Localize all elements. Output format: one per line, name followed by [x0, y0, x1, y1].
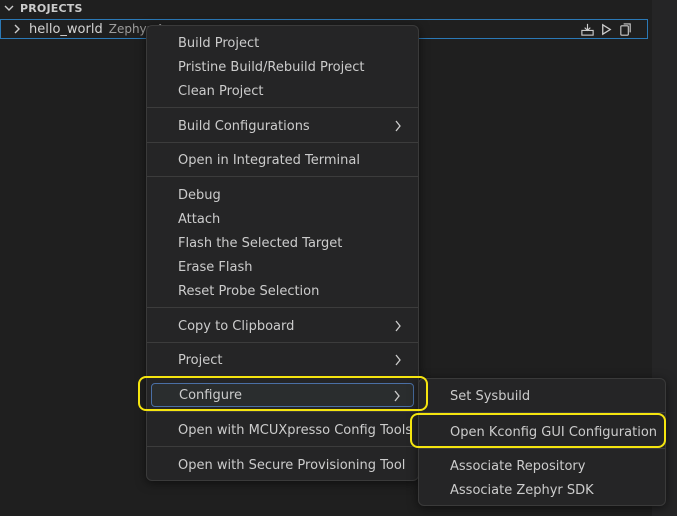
menu-item-label: Copy to Clipboard: [178, 318, 295, 334]
panel-title: PROJECTS: [20, 1, 83, 15]
menu-separator: [147, 446, 418, 447]
menu-separator: [147, 307, 418, 308]
chevron-right-icon[interactable]: [11, 23, 23, 35]
menu-separator: [147, 376, 418, 377]
menu-item-label: Build Configurations: [178, 118, 310, 134]
menu-separator: [147, 107, 418, 108]
menu-item-label: Open in Integrated Terminal: [178, 152, 360, 168]
menu-separator: [419, 412, 665, 413]
menu-item-flash-target[interactable]: Flash the Selected Target: [151, 231, 414, 255]
menu-item-set-sysbuild[interactable]: Set Sysbuild: [423, 384, 661, 408]
menu-separator: [147, 411, 418, 412]
menu-item-label: Open with MCUXpresso Config Tools: [178, 422, 413, 438]
menu-item-associate-repository[interactable]: Associate Repository: [423, 454, 661, 478]
configure-submenu: Set Sysbuild Open Kconfig GUI Configurat…: [418, 378, 666, 506]
menu-item-open-integrated-terminal[interactable]: Open in Integrated Terminal: [151, 148, 414, 172]
menu-item-erase-flash[interactable]: Erase Flash: [151, 255, 414, 279]
menu-item-associate-sdk[interactable]: Associate Zephyr SDK: [423, 478, 661, 502]
context-menu: Build Project Pristine Build/Rebuild Pro…: [146, 25, 419, 481]
menu-item-label: Configure: [179, 387, 243, 403]
projects-panel-header[interactable]: PROJECTS: [0, 0, 656, 16]
menu-separator: [419, 448, 665, 449]
menu-item-debug[interactable]: Debug: [151, 183, 414, 207]
menu-item-label: Associate Repository: [450, 458, 586, 474]
copy-icon[interactable]: [618, 22, 633, 37]
menu-item-label: Associate Zephyr SDK: [450, 482, 594, 498]
menu-item-open-secure-provisioning[interactable]: Open with Secure Provisioning Tool: [151, 453, 414, 477]
menu-item-label: Attach: [178, 211, 221, 227]
menu-item-configure[interactable]: Configure: [151, 383, 414, 407]
chevron-right-icon: [395, 120, 401, 132]
chevron-right-icon: [394, 390, 400, 402]
menu-item-build-project[interactable]: Build Project: [151, 31, 414, 55]
project-name: hello_world: [29, 21, 103, 37]
menu-separator: [147, 342, 418, 343]
menu-item-label: Flash the Selected Target: [178, 235, 343, 251]
menu-item-pristine-build[interactable]: Pristine Build/Rebuild Project: [151, 55, 414, 79]
project-row-actions: [580, 20, 633, 38]
menu-item-open-kconfig-gui[interactable]: Open Kconfig GUI Configuration: [423, 420, 661, 444]
menu-separator: [147, 142, 418, 143]
menu-item-open-mcuxpresso[interactable]: Open with MCUXpresso Config Tools: [151, 418, 414, 442]
chevron-right-icon: [395, 354, 401, 366]
chevron-right-icon: [395, 320, 401, 332]
menu-item-label: Set Sysbuild: [450, 388, 531, 404]
menu-item-clean-project[interactable]: Clean Project: [151, 79, 414, 103]
menu-item-build-configurations[interactable]: Build Configurations: [151, 114, 414, 138]
menu-item-project[interactable]: Project: [151, 348, 414, 372]
menu-item-label: Debug: [178, 187, 221, 203]
build-icon[interactable]: [580, 22, 595, 37]
run-icon[interactable]: [599, 22, 614, 37]
menu-item-reset-probe[interactable]: Reset Probe Selection: [151, 279, 414, 303]
menu-item-label: Project: [178, 352, 223, 368]
menu-item-copy-clipboard[interactable]: Copy to Clipboard: [151, 314, 414, 338]
menu-separator: [147, 176, 418, 177]
menu-item-attach[interactable]: Attach: [151, 207, 414, 231]
menu-item-label: Erase Flash: [178, 259, 253, 275]
menu-item-label: Build Project: [178, 35, 260, 51]
menu-item-label: Pristine Build/Rebuild Project: [178, 59, 365, 75]
menu-item-label: Reset Probe Selection: [178, 283, 320, 299]
menu-item-label: Open with Secure Provisioning Tool: [178, 457, 406, 473]
menu-item-label: Clean Project: [178, 83, 264, 99]
menu-item-label: Open Kconfig GUI Configuration: [450, 424, 658, 440]
chevron-down-icon: [4, 5, 14, 11]
